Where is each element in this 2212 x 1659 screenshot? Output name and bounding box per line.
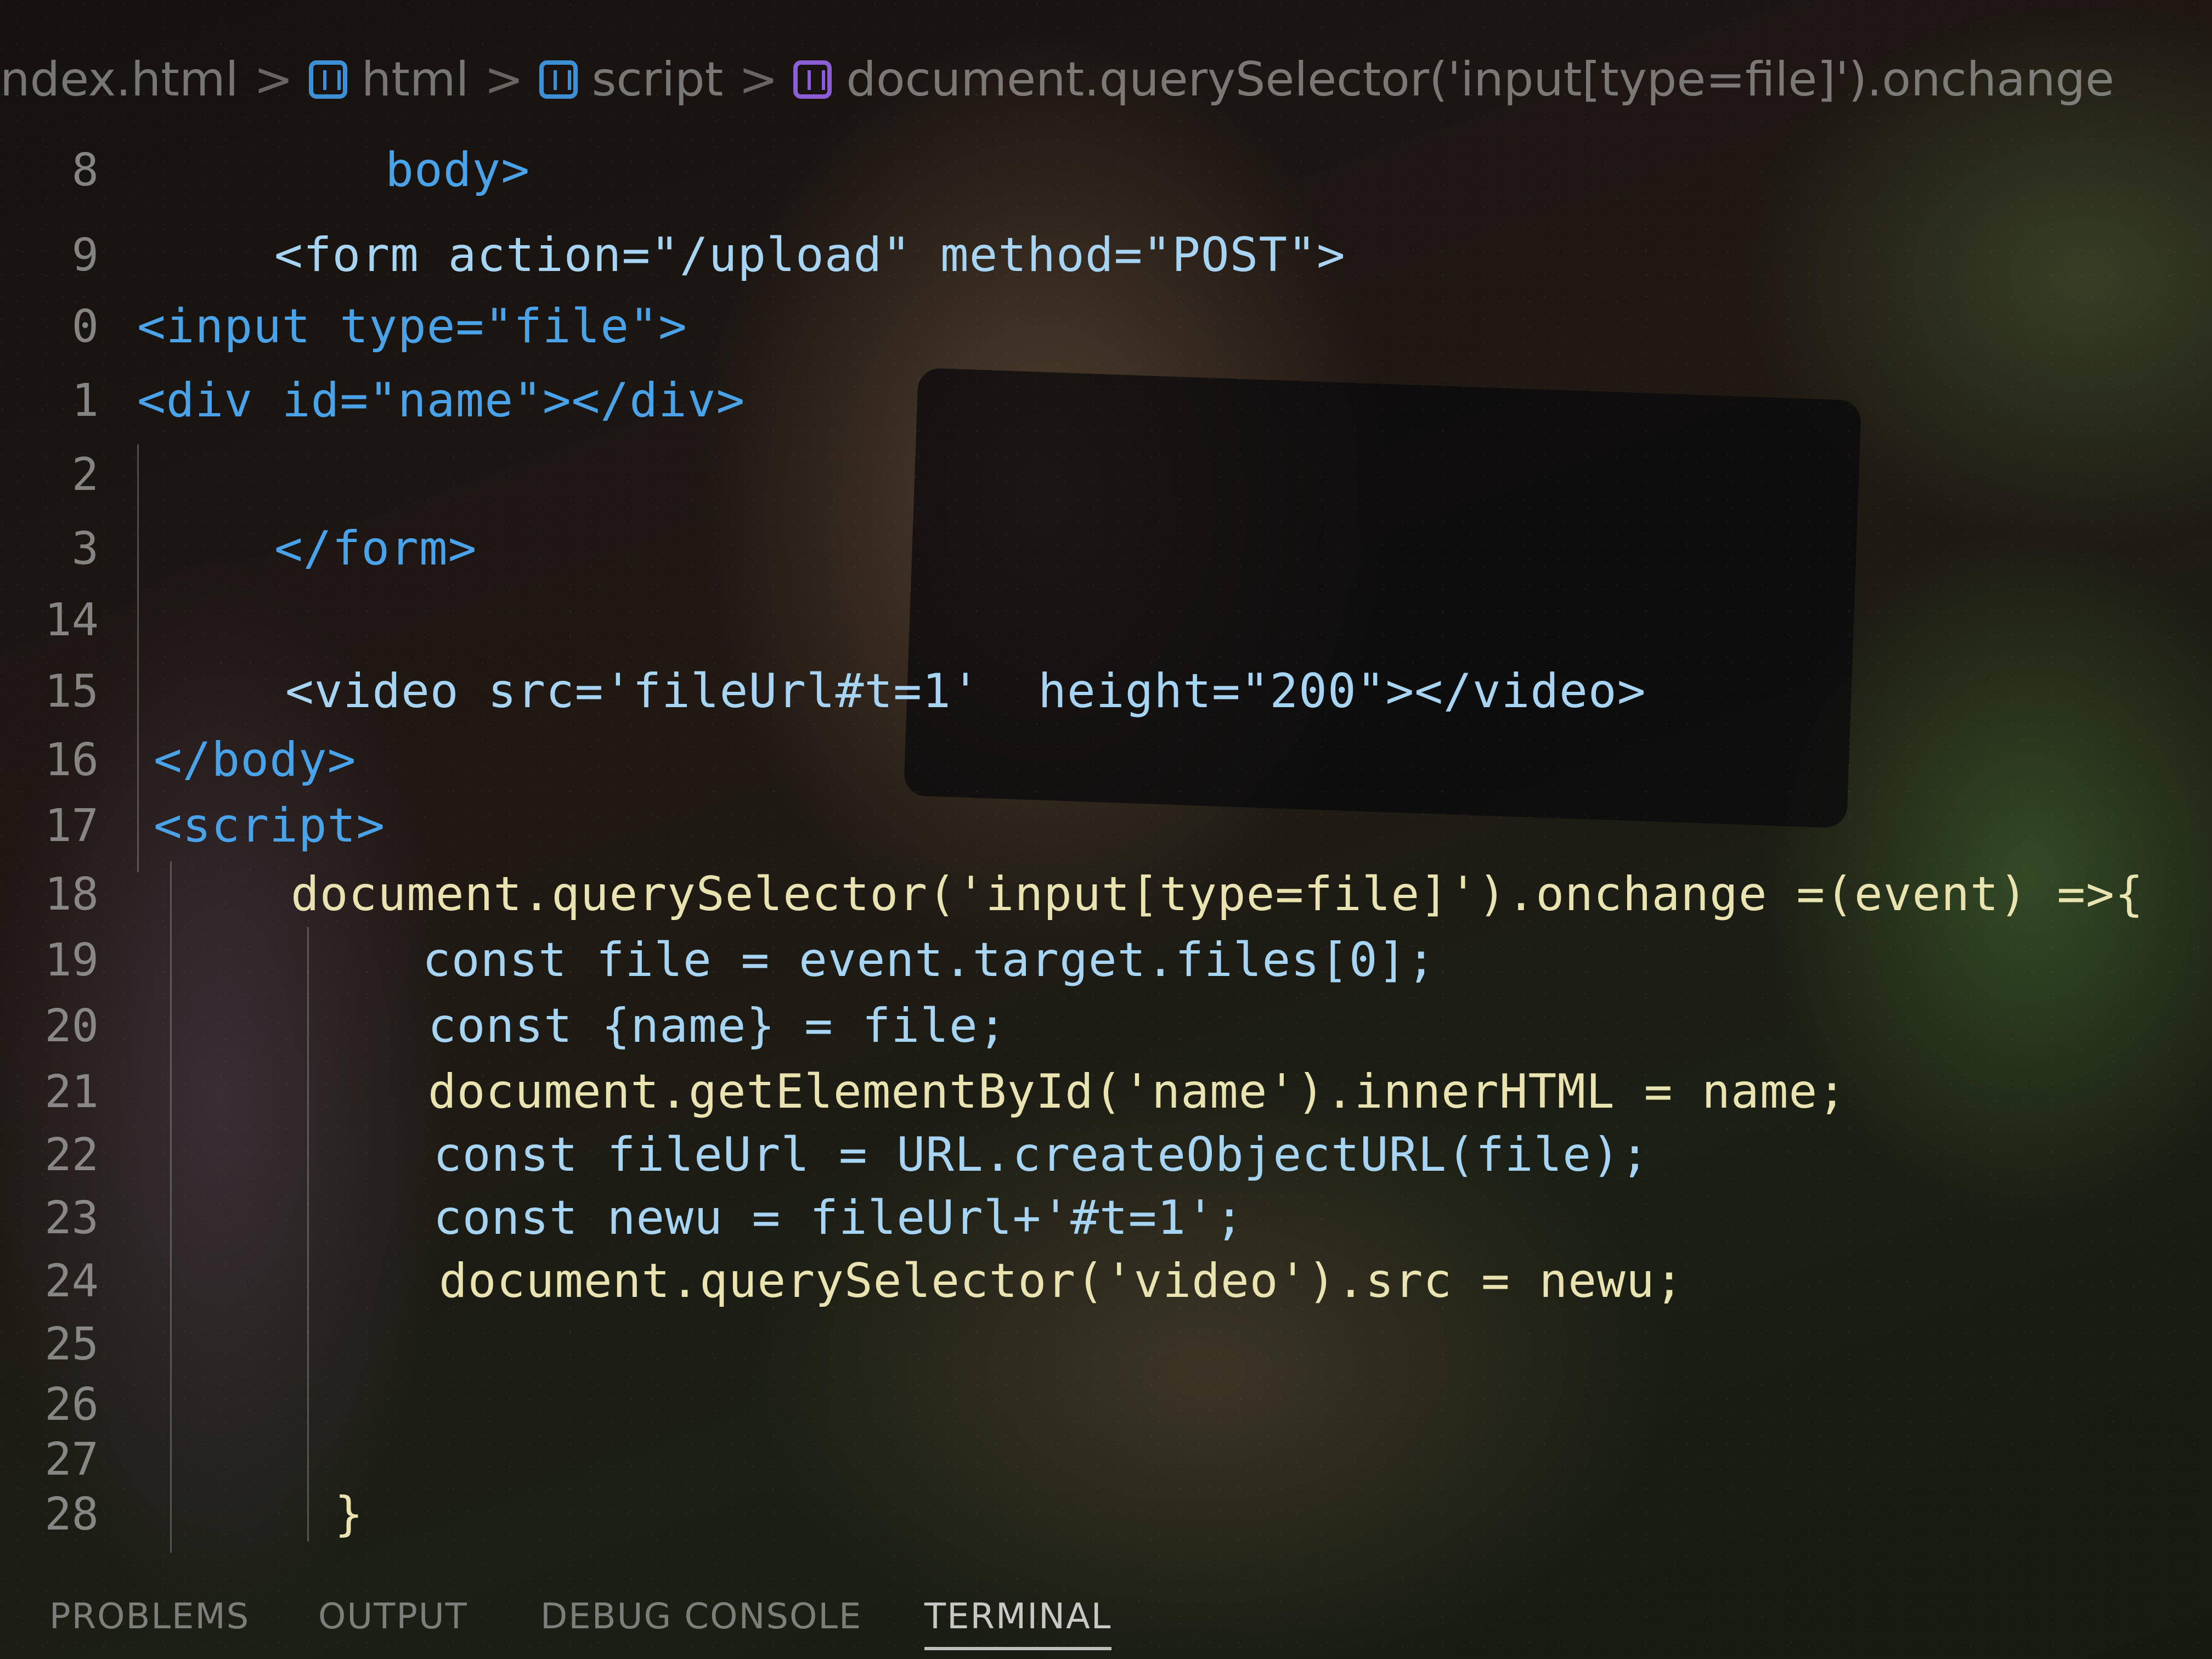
tab-debug-console[interactable]: DEBUG CONSOLE (540, 1596, 862, 1647)
line-number: 21 (44, 1065, 99, 1118)
panel-tab-bar: PROBLEMS OUTPUT DEBUG CONSOLE TERMINAL (0, 1580, 2212, 1651)
code-text: <video src='fileUrl#t=1' height="200"></… (285, 664, 1646, 719)
code-token: body> (385, 143, 531, 198)
tab-problems[interactable]: PROBLEMS (49, 1596, 250, 1647)
breadcrumb-function-label: document.querySelector('input[type=file]… (846, 52, 2114, 107)
line-number: 0 (71, 300, 99, 353)
code-text: document.getElementById('name').innerHTM… (428, 1064, 1847, 1119)
line-number: 28 (44, 1488, 99, 1541)
indent-guide (307, 927, 309, 1542)
indent-guide (137, 444, 139, 872)
symbol-method-icon (793, 60, 832, 99)
line-number: 15 (44, 665, 99, 718)
symbol-element-icon (539, 60, 578, 99)
code-text: document.querySelector('input[type=file]… (291, 867, 2144, 922)
line-number: 8 (71, 144, 99, 196)
code-editor[interactable]: 8 body> 9 <form action="/upload" method=… (0, 137, 2212, 1553)
line-number: 26 (44, 1378, 99, 1431)
line-number: 19 (44, 934, 99, 986)
line-number: 14 (44, 594, 99, 646)
line-number: 17 (44, 799, 99, 852)
code-text: const file = event.target.files[0]; (422, 933, 1436, 988)
line-number: 16 (44, 733, 99, 786)
code-text: </body> (154, 732, 357, 787)
code-text: document.querySelector('video').src = ne… (439, 1254, 1684, 1308)
breadcrumb-separator: > (738, 52, 778, 107)
code-text: const {name} = file; (428, 998, 1007, 1053)
breadcrumb-item-function[interactable]: document.querySelector('input[type=file]… (793, 52, 2114, 107)
line-number: 27 (44, 1433, 99, 1486)
line-number: 18 (44, 868, 99, 921)
indent-guide (170, 861, 172, 1553)
code-text: <form action="/upload" method="POST"> (274, 228, 1346, 283)
code-text: <script> (154, 798, 386, 853)
code-text: <input type="file"> (137, 299, 687, 354)
tab-output[interactable]: OUTPUT (318, 1596, 468, 1647)
line-number: 9 (71, 229, 99, 281)
tab-terminal[interactable]: TERMINAL (924, 1596, 1112, 1650)
editor-screen: ndex.html > html > script > document.que… (0, 0, 2212, 1659)
line-number: 22 (44, 1128, 99, 1181)
line-number: 1 (71, 374, 99, 427)
breadcrumb-script-label: script (591, 52, 724, 107)
line-number: 23 (44, 1192, 99, 1244)
line-number: 25 (44, 1318, 99, 1370)
code-text: <div id="name"></div> (137, 373, 746, 428)
breadcrumb-item-script[interactable]: script (539, 52, 724, 107)
line-number: 24 (44, 1255, 99, 1307)
code-text: } (335, 1487, 364, 1542)
line-number: 20 (44, 1000, 99, 1052)
code-text: const newu = fileUrl+'#t=1'; (433, 1190, 1244, 1245)
code-text: const fileUrl = URL.createObjectURL(file… (433, 1127, 1650, 1182)
line-number: 3 (71, 522, 99, 575)
code-text: </form> (274, 521, 477, 576)
line-number: 2 (71, 448, 99, 501)
